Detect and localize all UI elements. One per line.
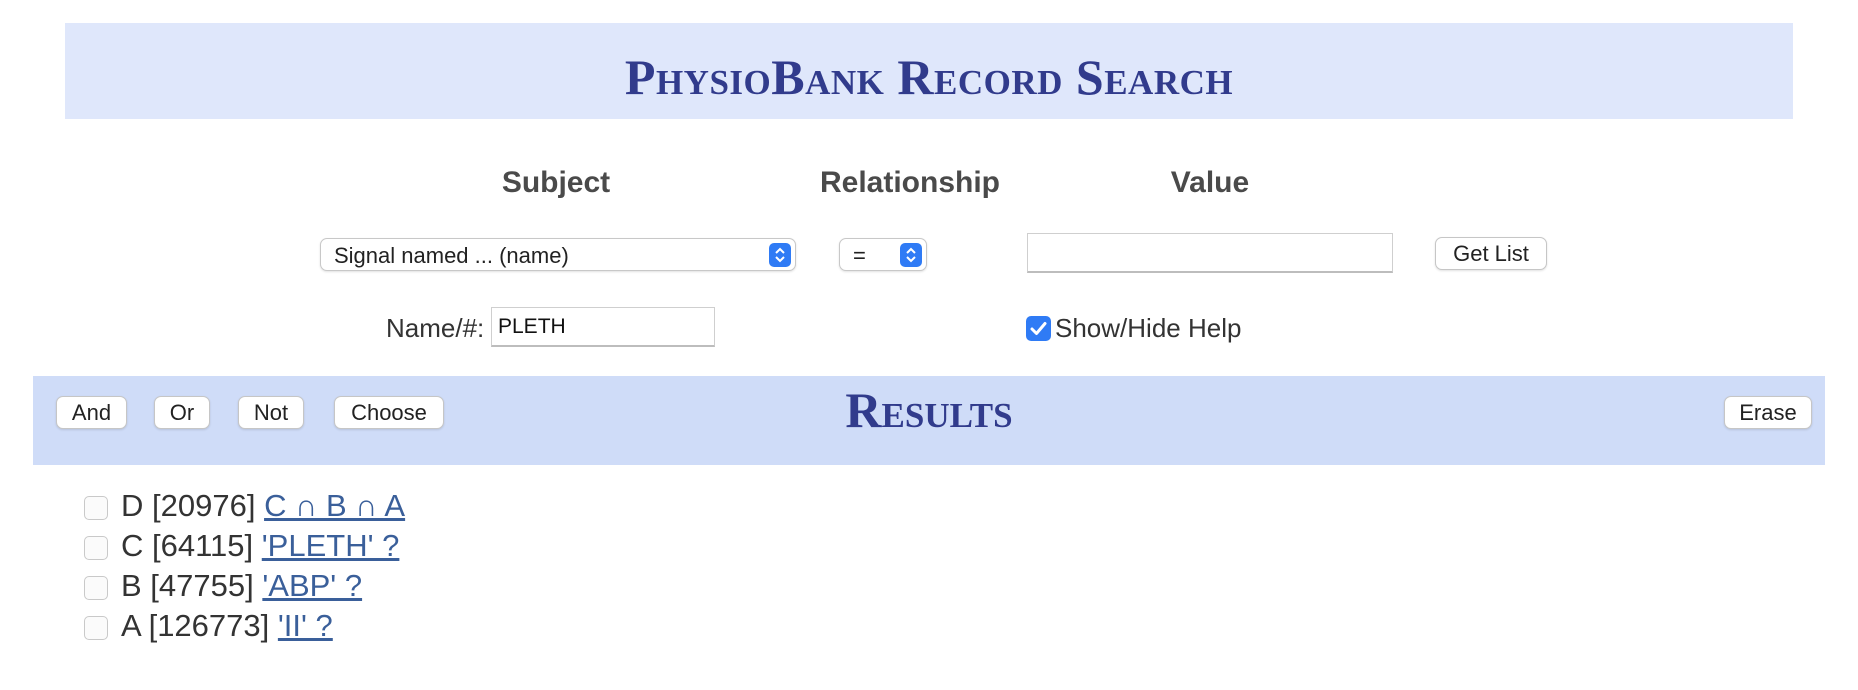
subject-select-value: Signal named ... (name) [334,243,569,268]
relationship-select[interactable]: = [839,238,927,271]
get-list-button[interactable]: Get List [1435,237,1547,270]
not-button[interactable]: Not [238,396,304,429]
or-button[interactable]: Or [154,396,210,429]
result-id: D [20976] [121,488,256,523]
name-input[interactable] [491,307,715,347]
select-arrows-icon [900,243,922,267]
result-query-link[interactable]: 'ABP' ? [262,568,362,603]
checkmark-icon [1030,322,1047,335]
select-arrows-icon [769,243,791,267]
result-id: A [126773] [121,608,270,643]
result-checkbox[interactable] [84,616,108,640]
subject-select[interactable]: Signal named ... (name) [320,238,796,271]
title-banner: PhysioBank Record Search [65,23,1793,119]
subject-heading: Subject [501,166,611,199]
help-label: Show/Hide Help [1055,313,1242,343]
result-query-link[interactable]: 'II' ? [278,608,333,643]
page-title: PhysioBank Record Search [624,49,1234,105]
result-query-link[interactable]: 'PLETH' ? [262,528,400,563]
relationship-heading: Relationship [819,166,1000,199]
result-id: C [64115] [121,528,254,563]
result-id: B [47755] [121,568,254,603]
result-checkbox[interactable] [84,576,108,600]
help-checkbox[interactable] [1026,316,1051,341]
value-input[interactable] [1027,233,1393,273]
result-query-link[interactable]: C ∩ B ∩ A [264,488,405,523]
value-heading: Value [1170,166,1250,199]
relationship-select-value: = [853,243,866,268]
result-checkbox[interactable] [84,536,108,560]
erase-button[interactable]: Erase [1724,396,1812,429]
choose-button[interactable]: Choose [334,396,444,429]
name-label: Name/#: [386,313,485,343]
result-checkbox[interactable] [84,496,108,520]
and-button[interactable]: And [56,396,127,429]
